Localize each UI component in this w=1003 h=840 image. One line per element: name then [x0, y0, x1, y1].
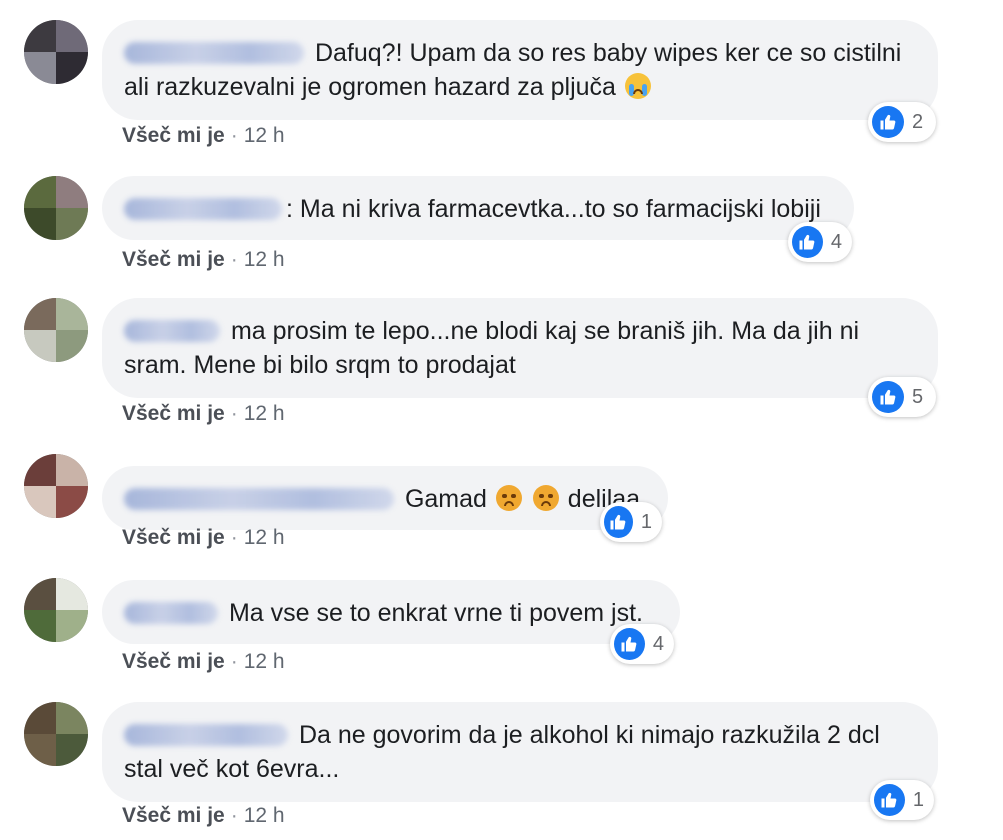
separator-dot: ·: [230, 526, 238, 549]
comment-text: ma prosim te lepo...ne blodi kaj se bran…: [124, 317, 860, 379]
avatar[interactable]: [24, 298, 88, 362]
separator-dot: ·: [230, 402, 238, 425]
like-link[interactable]: Všeč mi je: [122, 526, 225, 549]
timestamp[interactable]: 12 h: [244, 248, 285, 271]
reaction-count[interactable]: 1: [870, 780, 934, 820]
timestamp[interactable]: 12 h: [244, 650, 285, 673]
comment-text-prefix: Gamad: [404, 485, 494, 513]
like-link[interactable]: Všeč mi je: [122, 804, 225, 827]
avatar[interactable]: [24, 454, 88, 518]
separator-dot: ·: [230, 650, 238, 673]
commenter-name-blurred[interactable]: [124, 602, 218, 624]
comment-actions: Všeč mi je · 12 h: [122, 124, 285, 148]
timestamp[interactable]: 12 h: [244, 124, 285, 147]
like-link[interactable]: Všeč mi je: [122, 402, 225, 425]
thumbs-up-icon: [792, 226, 823, 258]
timestamp[interactable]: 12 h: [244, 402, 285, 425]
reaction-count[interactable]: 4: [788, 222, 852, 262]
like-link[interactable]: Všeč mi je: [122, 650, 225, 673]
comment-bubble: : Ma ni kriva farmacevtka...to so farmac…: [102, 176, 854, 240]
timestamp[interactable]: 12 h: [244, 526, 285, 549]
comment-actions: Všeč mi je · 12 h: [122, 650, 285, 674]
reaction-count[interactable]: 4: [610, 624, 674, 664]
comment-bubble: Da ne govorim da je alkohol ki nimajo ra…: [102, 702, 938, 802]
separator-dot: ·: [230, 124, 238, 147]
reaction-number: 4: [830, 230, 842, 253]
comment-bubble: Dafuq?! Upam da so res baby wipes ker ce…: [102, 20, 938, 120]
comment-text: Ma vse se to enkrat vrne ti povem jst.: [228, 599, 644, 627]
comment-bubble: Gamad delilaa: [102, 466, 668, 530]
comment-bubble: ma prosim te lepo...ne blodi kaj se bran…: [102, 298, 938, 398]
avatar[interactable]: [24, 20, 88, 84]
thumbs-up-icon: [872, 381, 904, 413]
commenter-name-blurred[interactable]: [124, 488, 394, 510]
thumbs-up-icon: [604, 506, 633, 538]
reaction-number: 1: [912, 788, 924, 811]
comment-actions: Všeč mi je · 12 h: [122, 526, 285, 550]
comment-text: : Ma ni kriva farmacevtka...to so farmac…: [286, 195, 821, 223]
avatar[interactable]: [24, 702, 88, 766]
comment-actions: Všeč mi je · 12 h: [122, 248, 285, 272]
commenter-name-blurred[interactable]: [124, 198, 282, 220]
thumbs-up-icon: [872, 106, 904, 138]
commenter-name-blurred[interactable]: [124, 320, 220, 342]
angry-face-emoji: [532, 485, 559, 511]
reaction-count[interactable]: 5: [868, 377, 936, 417]
like-link[interactable]: Všeč mi je: [122, 124, 225, 147]
avatar[interactable]: [24, 578, 88, 642]
reaction-number: 1: [640, 510, 652, 533]
reaction-number: 5: [912, 385, 924, 408]
timestamp[interactable]: 12 h: [244, 804, 285, 827]
like-link[interactable]: Všeč mi je: [122, 248, 225, 271]
reaction-number: 2: [912, 110, 924, 133]
separator-dot: ·: [230, 804, 238, 827]
separator-dot: ·: [230, 248, 238, 271]
reaction-count[interactable]: 1: [600, 502, 662, 542]
crying-face-emoji: [624, 73, 651, 99]
reaction-count[interactable]: 2: [868, 102, 936, 142]
comment-bubble: Ma vse se to enkrat vrne ti povem jst.: [102, 580, 680, 644]
commenter-name-blurred[interactable]: [124, 724, 288, 746]
commenter-name-blurred[interactable]: [124, 42, 304, 64]
avatar[interactable]: [24, 176, 88, 240]
comment-actions: Všeč mi je · 12 h: [122, 804, 285, 828]
reaction-number: 4: [652, 632, 664, 655]
thumbs-up-icon: [874, 784, 905, 816]
comment-actions: Všeč mi je · 12 h: [122, 402, 285, 426]
thumbs-up-icon: [614, 628, 645, 660]
angry-face-emoji: [495, 485, 522, 511]
